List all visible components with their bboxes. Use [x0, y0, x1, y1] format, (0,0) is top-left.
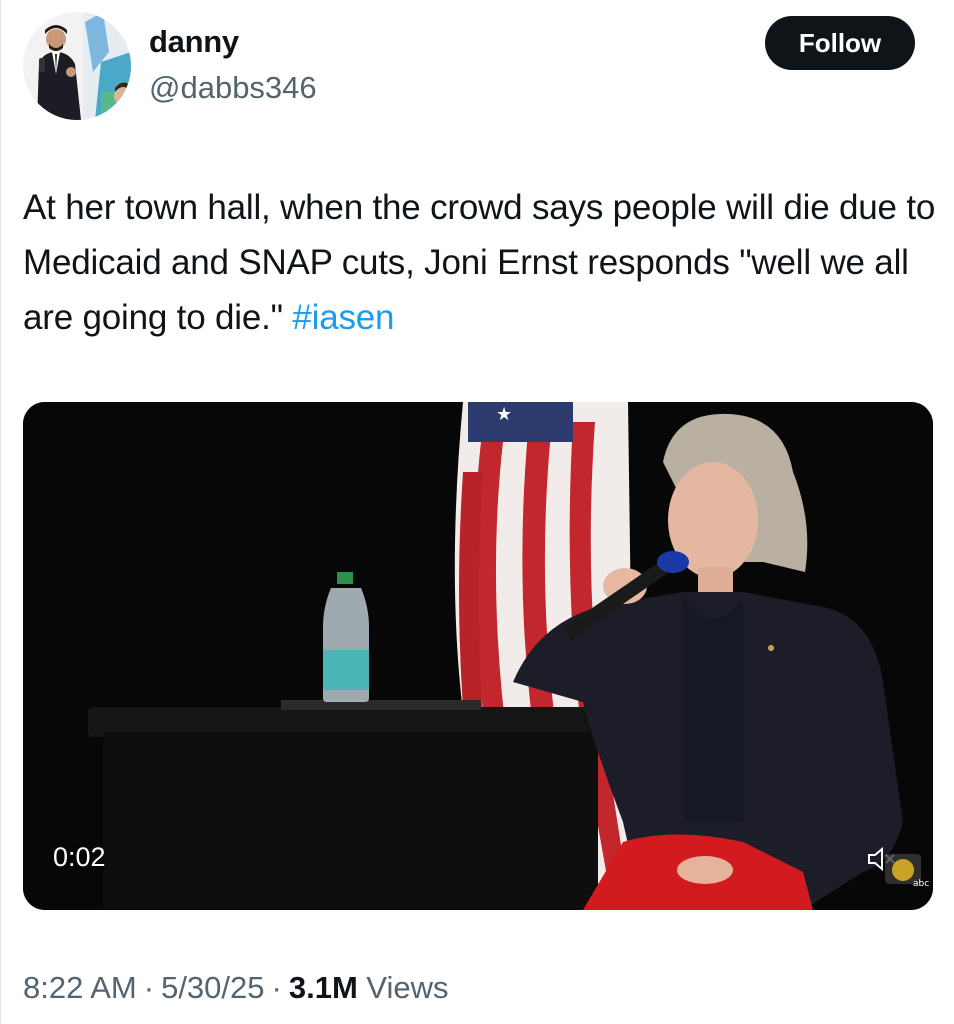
- abc-station-logo: abc: [885, 854, 929, 889]
- svg-text:abc: abc: [913, 879, 929, 889]
- video-frame: ★: [23, 402, 933, 910]
- display-name[interactable]: danny: [149, 24, 239, 60]
- tweet-meta: 8:22 AM · 5/30/25 · 3.1M Views: [23, 970, 449, 1006]
- tweet-date[interactable]: 5/30/25: [161, 970, 264, 1005]
- follow-button[interactable]: Follow: [765, 16, 915, 70]
- tweet-text: At her town hall, when the crowd says pe…: [23, 180, 938, 345]
- video-player[interactable]: ★ 0:02 abc: [23, 402, 933, 910]
- video-duration: 0:02: [53, 842, 106, 872]
- user-handle[interactable]: @dabbs346: [149, 70, 317, 106]
- avatar[interactable]: [23, 12, 131, 120]
- svg-text:★: ★: [496, 404, 512, 425]
- views-count: 3.1M: [288, 970, 358, 1005]
- water-bottle-graphic: [323, 572, 369, 702]
- table-graphic: [88, 700, 613, 910]
- tweet-card: danny @dabbs346 Follow At her town hall,…: [0, 0, 954, 1024]
- profile-photo: [23, 12, 131, 120]
- views-label: Views: [366, 970, 449, 1005]
- tweet-body: At her town hall, when the crowd says pe…: [23, 188, 936, 337]
- separator: ·: [271, 970, 282, 1005]
- tweet-time[interactable]: 8:22 AM: [23, 970, 137, 1005]
- separator: ·: [143, 970, 155, 1005]
- hashtag-link[interactable]: #iasen: [292, 298, 394, 337]
